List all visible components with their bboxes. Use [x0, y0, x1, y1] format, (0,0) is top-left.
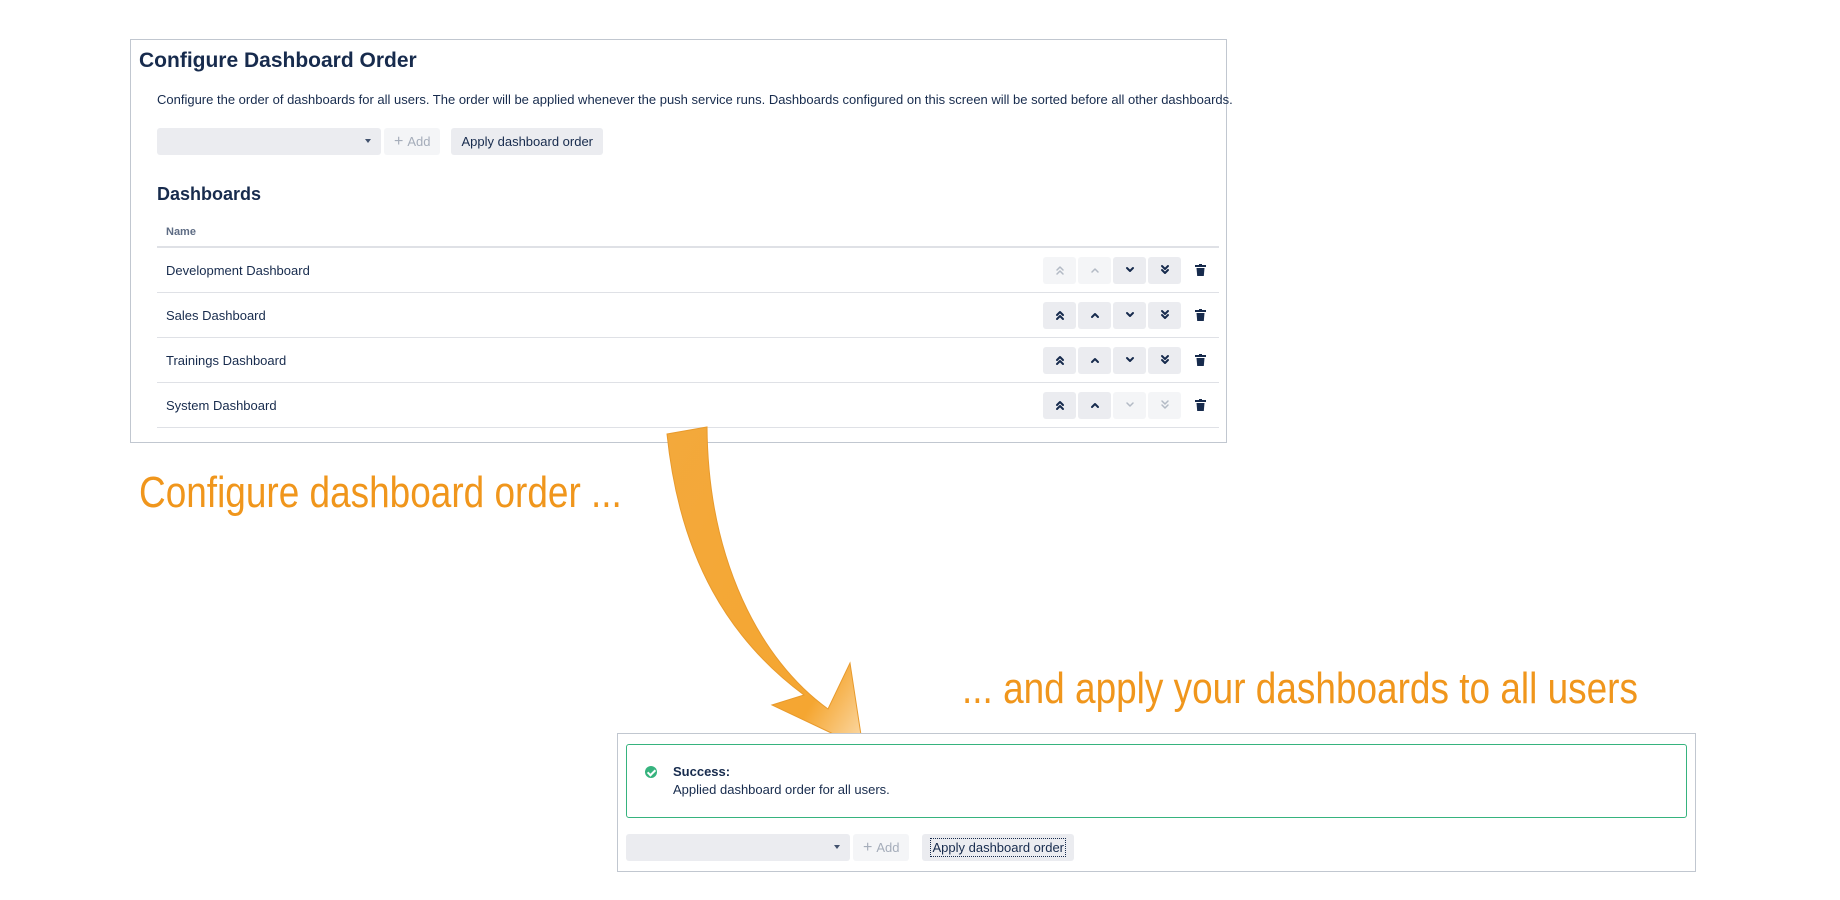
apply-button-label: Apply dashboard order [930, 838, 1067, 857]
success-message-box: Success: Applied dashboard order for all… [626, 744, 1687, 818]
caret-down-icon [834, 845, 840, 849]
check-circle-icon [645, 766, 657, 778]
dashboard-toolbar: + Add Apply dashboard order [626, 834, 1075, 861]
add-button-label: Add [876, 840, 900, 855]
add-button[interactable]: + Add [853, 834, 910, 861]
plus-icon: + [863, 838, 873, 856]
dashboard-select[interactable] [626, 834, 850, 861]
success-title: Success: [673, 764, 731, 779]
apply-dashboard-order-button[interactable]: Apply dashboard order [922, 834, 1075, 861]
success-message: Applied dashboard order for all users. [673, 782, 890, 797]
apply-result-panel: Success: Applied dashboard order for all… [617, 733, 1696, 872]
